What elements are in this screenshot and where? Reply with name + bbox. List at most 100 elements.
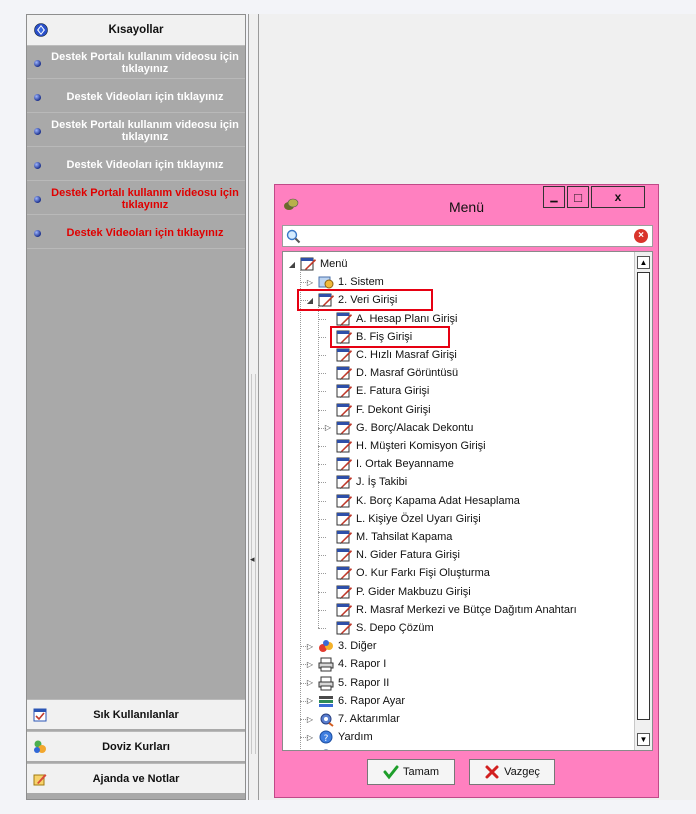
tree-node-label: 7. Aktarımlar [338, 713, 400, 725]
support-link-6[interactable]: Destek Videoları için tıklayınız [27, 217, 245, 249]
tree-node[interactable]: R. Masraf Merkezi ve Bütçe Dağıtım Anaht… [323, 601, 577, 619]
tree-node[interactable]: I. Ortak Beyanname [323, 455, 454, 473]
minimize-icon: ▁ [550, 191, 558, 202]
agenda-notes-icon [33, 774, 47, 786]
menu-window: Menü ▁ □ x × ◢ Menü ▷ 1. Sistem ◢ 2. Veri Gir… [274, 184, 659, 798]
doc-icon [336, 621, 352, 635]
tree-node-label: R. Masraf Merkezi ve Bütçe Dağıtım Anaht… [356, 603, 577, 616]
expand-toggle-icon[interactable]: ▷ [305, 642, 315, 651]
support-link-3[interactable]: Destek Portalı kullanım videosu için tık… [27, 115, 245, 147]
collapse-arrow-icon[interactable]: ◂ [250, 554, 255, 565]
window-titlebar[interactable]: Menü ▁ □ x [275, 185, 658, 225]
tree-node[interactable]: ▷ 7. Aktarımlar [305, 710, 400, 728]
tree-node-label: EVRIM [338, 749, 373, 750]
exchange-rates-button[interactable]: Doviz Kurları [27, 731, 245, 761]
print-icon [318, 657, 334, 672]
maximize-button[interactable]: □ [567, 186, 589, 208]
tree-node[interactable]: H. Müşteri Komisyon Girişi [323, 437, 486, 455]
tree-node-label: A. Hesap Planı Girişi [356, 312, 458, 325]
expand-toggle-icon[interactable]: ◢ [287, 260, 297, 269]
tree-node-label: H. Müşteri Komisyon Girişi [356, 440, 486, 452]
clear-search-icon[interactable]: × [634, 229, 648, 243]
support-link-5[interactable]: Destek Portalı kullanım videosu için tık… [27, 183, 245, 215]
expand-toggle-icon[interactable]: ▷ [305, 678, 315, 687]
tree-node[interactable]: O. Kur Farkı Fişi Oluşturma [323, 564, 490, 582]
expand-toggle-icon[interactable]: ▷ [305, 715, 315, 724]
expand-toggle-icon[interactable]: ▷ [305, 660, 315, 669]
tree-node[interactable]: ▷EVRIM [305, 746, 373, 750]
tree-node-label: O. Kur Farkı Fişi Oluşturma [356, 567, 490, 580]
doc-icon [336, 548, 352, 563]
expand-toggle-icon[interactable]: ▷ [305, 696, 315, 705]
help-icon: ? [319, 730, 333, 744]
doc-icon [336, 348, 352, 362]
stack-icon [319, 695, 333, 707]
scroll-up-icon[interactable]: ▲ [637, 256, 650, 269]
cancel-label: Vazgeç [504, 766, 540, 778]
tree-node[interactable]: F. Dekont Girişi [323, 401, 431, 419]
other-icon [319, 640, 333, 653]
support-link-1[interactable]: Destek Portalı kullanım videosu için tık… [27, 47, 245, 79]
sys-icon [318, 276, 334, 289]
panel-splitter[interactable]: ◂ [248, 14, 259, 800]
tree-node[interactable]: ▷ G. Borç/Alacak Dekontu [323, 419, 473, 437]
search-icon [286, 229, 301, 244]
tree-node[interactable]: ▷ 3. Diğer [305, 637, 377, 655]
support-link-text: Destek Videoları için tıklayınız [66, 90, 224, 103]
bullet-icon [34, 196, 41, 203]
cancel-button[interactable]: Vazgeç [469, 759, 555, 785]
tree-node-label: 6. Rapor Ayar [338, 694, 406, 707]
tree-node-label: L. Kişiye Özel Uyarı Girişi [356, 512, 481, 525]
close-button[interactable]: x [591, 186, 645, 208]
ok-label: Tamam [402, 766, 440, 778]
close-icon: x [614, 190, 622, 204]
tree-node-root[interactable]: ◢ Menü [287, 255, 348, 273]
highlight-fis-girisi [330, 325, 450, 348]
tree-node[interactable]: ▷? Yardım [305, 728, 373, 746]
support-link-2[interactable]: Destek Videoları için tıklayınız [27, 81, 245, 113]
highlight-veri-girisi [297, 289, 433, 312]
tree-node[interactable]: D. Masraf Görüntüsü [323, 364, 458, 382]
tree-node[interactable]: ▷ 6. Rapor Ayar [305, 692, 405, 710]
tree-node[interactable]: C. Hızlı Masraf Girişi [323, 346, 457, 364]
tree-node[interactable]: P. Gider Makbuzu Girişi [323, 583, 471, 601]
maximize-icon: □ [574, 189, 582, 205]
expand-toggle-icon[interactable]: ▷ [323, 423, 333, 432]
tree-line-level1 [300, 269, 301, 750]
expand-toggle-icon[interactable]: ▷ [305, 278, 315, 287]
tree-node[interactable]: ▷ 4. Rapor I [305, 655, 386, 673]
tree-node-label: E. Fatura Girişi [356, 385, 430, 398]
tree-node-label: I. Ortak Beyanname [356, 458, 454, 471]
tree-node[interactable]: K. Borç Kapama Adat Hesaplama [323, 492, 520, 510]
doc-icon [336, 475, 352, 490]
ok-button[interactable]: Tamam [367, 759, 455, 785]
agenda-button[interactable]: Ajanda ve Notlar [27, 763, 245, 793]
tree-node[interactable]: E. Fatura Girişi [323, 382, 429, 400]
doc-icon [336, 403, 352, 417]
support-link-4[interactable]: Destek Videoları için tıklayınız [27, 149, 245, 181]
favorites-button[interactable]: Sık Kullanılanlar [27, 699, 245, 729]
tree-node[interactable]: L. Kişiye Özel Uyarı Girişi [323, 510, 481, 528]
minimize-button[interactable]: ▁ [543, 186, 565, 208]
menu-search-box[interactable]: × [282, 225, 653, 247]
shortcuts-header[interactable]: Kısayollar [27, 15, 245, 46]
search-input[interactable] [305, 228, 625, 244]
tree-node[interactable]: ▷ 5. Rapor II [305, 674, 389, 692]
tree-node[interactable]: N. Gider Fatura Girişi [323, 546, 460, 564]
tree-scrollbar[interactable]: ▲ ▼ [634, 252, 652, 750]
tree-node[interactable]: M. Tahsilat Kapama [323, 528, 452, 546]
scroll-thumb[interactable] [637, 272, 650, 720]
tree-node-label: F. Dekont Girişi [356, 403, 431, 416]
tree-line-level2 [318, 305, 319, 628]
doc-icon [336, 566, 352, 581]
expand-toggle-icon[interactable]: ▷ [305, 733, 315, 742]
tree-node[interactable]: S. Depo Çözüm [323, 619, 434, 637]
scroll-down-icon[interactable]: ▼ [637, 733, 650, 746]
tree-node[interactable]: J. İş Takibi [323, 473, 407, 491]
doc-icon [336, 603, 352, 617]
bullet-icon [34, 60, 41, 67]
tree-node-label: Menü [320, 258, 348, 270]
tree-node-label: S. Depo Çözüm [356, 622, 434, 634]
doc-icon [336, 457, 352, 472]
bullet-icon [34, 94, 41, 101]
